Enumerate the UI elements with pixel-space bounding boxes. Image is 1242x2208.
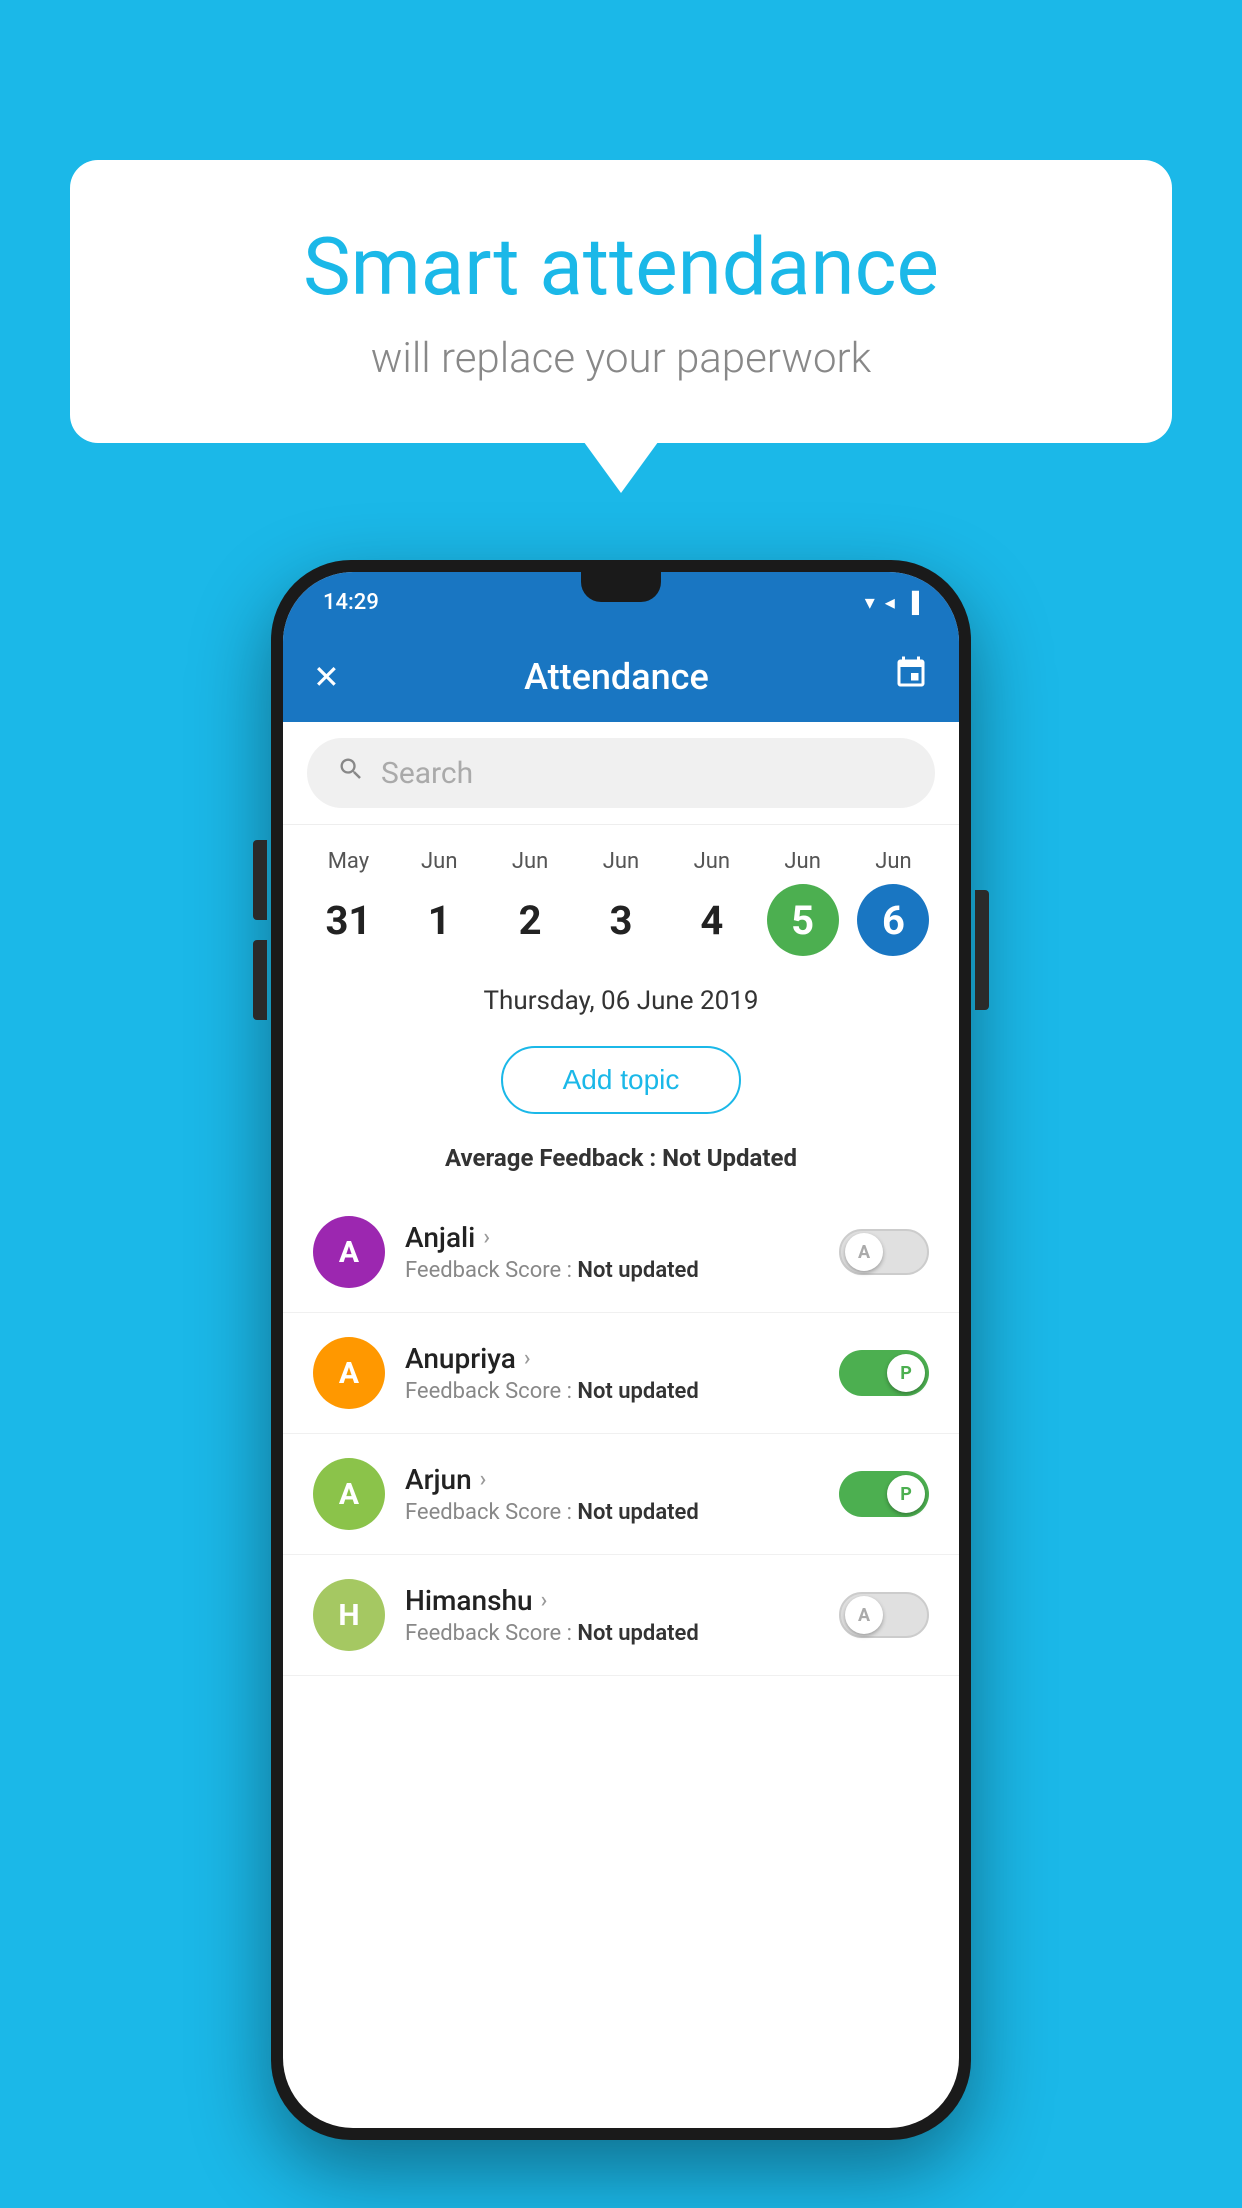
student-info: Himanshu › Feedback Score : Not updated [405,1584,819,1646]
student-item[interactable]: H Himanshu › Feedback Score : Not updated A [283,1555,959,1676]
status-icons: ▾ ◂ ▐ [865,590,919,615]
app-bar-title: Attendance [524,656,709,698]
add-topic-container: Add topic [283,1036,959,1134]
avg-feedback: Average Feedback : Not Updated [283,1134,959,1192]
calendar-day[interactable]: Jun 2 [489,849,571,956]
calendar-date[interactable]: 1 [403,884,475,956]
attendance-toggle[interactable]: P [839,1350,929,1396]
toggle-knob: P [887,1475,925,1513]
search-input-placeholder: Search [381,756,473,791]
speech-bubble-container: Smart attendance will replace your paper… [70,160,1172,443]
calendar-month-label: Jun [784,849,820,874]
student-name: Anjali › [405,1221,819,1254]
student-feedback: Feedback Score : Not updated [405,1379,819,1404]
student-feedback: Feedback Score : Not updated [405,1621,819,1646]
attendance-toggle-wrap: A [839,1592,929,1638]
speech-bubble-subtitle: will replace your paperwork [150,334,1092,383]
chevron-right-icon: › [524,1346,531,1371]
power-button [975,890,989,1010]
calendar-date[interactable]: 31 [312,884,384,956]
student-info: Arjun › Feedback Score : Not updated [405,1463,819,1525]
toggle-knob: A [845,1596,883,1634]
calendar-date[interactable]: 2 [494,884,566,956]
calendar-month-label: Jun [421,849,457,874]
search-container: Search [283,722,959,825]
avatar: H [313,1579,385,1651]
feedback-value: Not updated [577,1500,698,1525]
phone-outer: 14:29 ▾ ◂ ▐ ✕ Attendance [271,560,971,2140]
student-name: Anupriya › [405,1342,819,1375]
phone-wrapper: 14:29 ▾ ◂ ▐ ✕ Attendance [271,560,971,2140]
app-bar: ✕ Attendance [283,632,959,722]
attendance-toggle[interactable]: A [839,1592,929,1638]
calendar-strip: May 31 Jun 1 Jun 2 Jun 3 Jun 4 Jun 5 Jun 6 [283,825,959,966]
battery-icon: ▐ [905,590,919,615]
calendar-month-label: Jun [875,849,911,874]
calendar-month-label: Jun [603,849,639,874]
calendar-month-label: Jun [512,849,548,874]
volume-up-button [253,840,267,920]
search-icon [337,755,365,791]
calendar-date[interactable]: 6 [857,884,929,956]
calendar-day[interactable]: Jun 1 [398,849,480,956]
avatar: A [313,1337,385,1409]
calendar-month-label: Jun [694,849,730,874]
toggle-knob: A [845,1233,883,1271]
speech-bubble-title: Smart attendance [150,220,1092,314]
calendar-month-label: May [328,849,369,874]
feedback-value: Not updated [577,1621,698,1646]
attendance-toggle[interactable]: P [839,1471,929,1517]
calendar-day[interactable]: May 31 [307,849,389,956]
calendar-day[interactable]: Jun 5 [762,849,844,956]
add-topic-button[interactable]: Add topic [501,1046,742,1114]
status-bar: 14:29 ▾ ◂ ▐ [283,572,959,632]
chevron-right-icon: › [541,1588,548,1613]
avatar: A [313,1216,385,1288]
student-info: Anjali › Feedback Score : Not updated [405,1221,819,1283]
wifi-icon: ▾ [865,590,875,614]
student-name: Himanshu › [405,1584,819,1617]
toggle-knob: P [887,1354,925,1392]
student-feedback: Feedback Score : Not updated [405,1500,819,1525]
phone-screen: 14:29 ▾ ◂ ▐ ✕ Attendance [283,572,959,2128]
student-item[interactable]: A Anjali › Feedback Score : Not updated A [283,1192,959,1313]
calendar-day[interactable]: Jun 4 [671,849,753,956]
attendance-toggle-wrap: P [839,1350,929,1396]
speech-bubble: Smart attendance will replace your paper… [70,160,1172,443]
student-info: Anupriya › Feedback Score : Not updated [405,1342,819,1404]
student-item[interactable]: A Anupriya › Feedback Score : Not updated P [283,1313,959,1434]
avg-feedback-value: Not Updated [662,1144,797,1172]
feedback-value: Not updated [577,1379,698,1404]
feedback-value: Not updated [577,1258,698,1283]
student-name: Arjun › [405,1463,819,1496]
calendar-day[interactable]: Jun 3 [580,849,662,956]
signal-icon: ◂ [885,590,895,614]
calendar-icon[interactable] [893,655,929,699]
status-time: 14:29 [323,590,379,615]
student-item[interactable]: A Arjun › Feedback Score : Not updated P [283,1434,959,1555]
close-button[interactable]: ✕ [313,658,340,696]
attendance-toggle-wrap: A [839,1229,929,1275]
attendance-toggle-wrap: P [839,1471,929,1517]
student-feedback: Feedback Score : Not updated [405,1258,819,1283]
search-bar[interactable]: Search [307,738,935,808]
calendar-day[interactable]: Jun 6 [852,849,934,956]
avatar: A [313,1458,385,1530]
notch [581,572,661,602]
date-display: Thursday, 06 June 2019 [283,966,959,1036]
volume-down-button [253,940,267,1020]
calendar-date[interactable]: 5 [767,884,839,956]
calendar-date[interactable]: 3 [585,884,657,956]
calendar-date[interactable]: 4 [676,884,748,956]
chevron-right-icon: › [483,1225,490,1250]
attendance-toggle[interactable]: A [839,1229,929,1275]
avg-feedback-label: Average Feedback : [445,1144,662,1172]
student-list: AAnjali ›Feedback Score : Not updatedAAA… [283,1192,959,1676]
chevron-right-icon: › [480,1467,487,1492]
